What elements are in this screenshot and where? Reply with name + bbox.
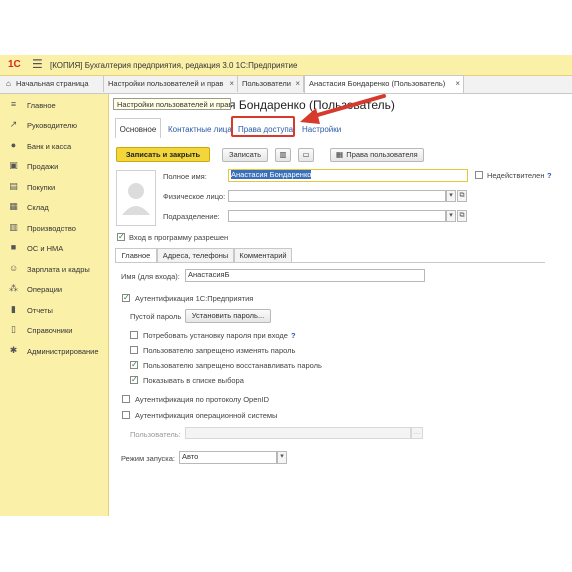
full-name-value: Анастасия Бондаренко <box>231 170 312 179</box>
tooltip: Настройки пользователей и прав <box>113 98 231 110</box>
avatar[interactable] <box>116 170 156 226</box>
login-allowed-checkbox[interactable]: ✓ <box>117 233 125 241</box>
deny-restore-password-checkbox[interactable]: ✓ <box>130 361 138 369</box>
delete-icon[interactable]: ▥ <box>275 148 291 162</box>
login-name-input[interactable]: АнастасияБ <box>185 269 425 282</box>
deny-restore-password-label: Пользователю запрещено восстанавливать п… <box>143 361 322 370</box>
open-link-icon[interactable]: ⧉ <box>457 210 467 222</box>
person-label: Физическое лицо: <box>163 192 226 201</box>
os-user-label: Пользователь: <box>130 430 181 439</box>
subtab-comment[interactable]: Комментарий <box>234 248 292 262</box>
save-button[interactable]: Записать <box>222 148 268 162</box>
dropdown-icon[interactable]: ▾ <box>446 210 456 222</box>
login-name-label: Имя (для входа): <box>121 272 180 281</box>
help-icon[interactable]: ? <box>291 331 296 340</box>
chevron-down-icon[interactable]: ▾ <box>277 451 287 464</box>
inactive-checkbox[interactable] <box>475 171 483 179</box>
auth-os-checkbox[interactable] <box>122 411 130 419</box>
background <box>0 516 572 572</box>
auth-openid-checkbox[interactable] <box>122 395 130 403</box>
dropdown-icon[interactable]: ▾ <box>446 190 456 202</box>
person-silhouette-icon <box>122 183 150 215</box>
user-rights-label: Права пользователя <box>346 150 418 159</box>
os-user-input[interactable] <box>185 427 411 439</box>
show-in-list-label: Показывать в списке выбора <box>143 376 244 385</box>
subtab-main[interactable]: Главное <box>115 248 157 263</box>
person-input[interactable] <box>228 190 446 202</box>
auth-openid-label: Аутентификация по протоколу OpenID <box>135 395 270 404</box>
auth-1c-label: Аутентификация 1С:Предприятия <box>135 294 254 303</box>
department-input[interactable] <box>228 210 446 222</box>
auth-os-label: Аутентификация операционной системы <box>135 411 278 420</box>
full-name-label: Полное имя: <box>163 172 207 181</box>
run-mode-label: Режим запуска: <box>121 454 175 463</box>
select-icon[interactable]: … <box>411 427 423 439</box>
deny-change-password-label: Пользователю запрещено изменять пароль <box>143 346 296 355</box>
login-allowed-label: Вход в программу разрешен <box>129 233 229 242</box>
run-mode-select[interactable]: Авто <box>179 451 277 464</box>
require-password-checkbox[interactable] <box>130 331 138 339</box>
empty-password-label: Пустой пароль <box>130 312 182 321</box>
subtab-addresses[interactable]: Адреса, телефоны <box>157 248 234 262</box>
inactive-label: Недействителен <box>487 171 545 180</box>
set-password-button[interactable]: Установить пароль... <box>185 309 271 323</box>
comment-icon[interactable]: ▭ <box>298 148 314 162</box>
open-link-icon[interactable]: ⧉ <box>457 190 467 202</box>
save-and-close-button[interactable]: Записать и закрыть <box>116 147 210 162</box>
require-password-label: Потребовать установку пароля при входе <box>143 331 288 340</box>
help-icon[interactable]: ? <box>547 171 552 180</box>
deny-change-password-checkbox[interactable] <box>130 346 138 354</box>
show-in-list-checkbox[interactable]: ✓ <box>130 376 138 384</box>
rights-icon: ▦ <box>336 150 344 159</box>
department-label: Подразделение: <box>163 212 220 221</box>
user-rights-button[interactable]: ▦ Права пользователя <box>330 148 424 162</box>
auth-1c-checkbox[interactable]: ✓ <box>122 294 130 302</box>
full-name-input[interactable]: Анастасия Бондаренко <box>228 169 468 182</box>
